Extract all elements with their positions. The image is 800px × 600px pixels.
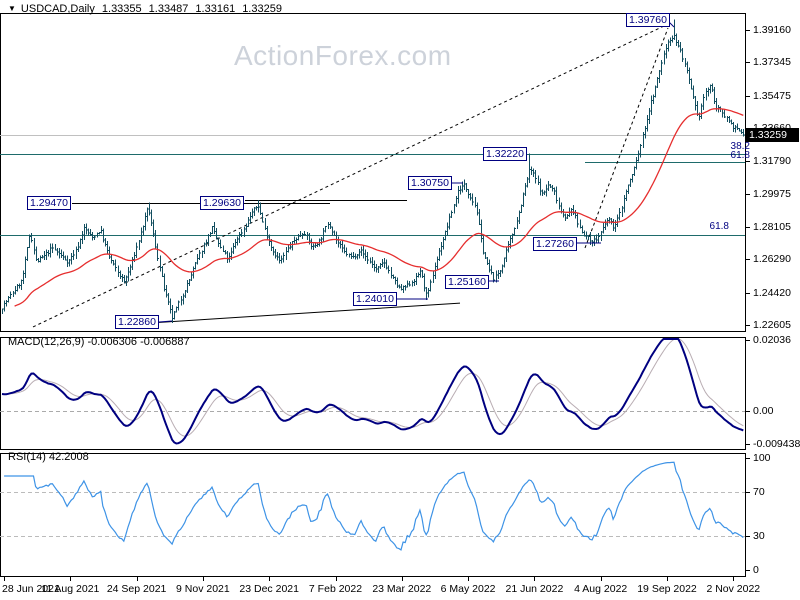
rsi-indicator-label: RSI(14) 42.2008 xyxy=(8,451,89,463)
ohlc-open: 1.33355 xyxy=(101,3,142,15)
price-axis-tick-label: 1.24420 xyxy=(753,286,791,299)
price-annotation: 1.32220 xyxy=(483,147,527,161)
date-axis-label: 9 Nov 2021 xyxy=(176,583,230,595)
date-axis-label: 7 Feb 2022 xyxy=(308,583,363,595)
date-axis-label: 4 Aug 2022 xyxy=(574,583,628,595)
date-axis-label: 6 May 2022 xyxy=(440,583,496,595)
chart-title-row: ▼ USDCAD,Daily 1.33355 1.33487 1.33161 1.3325… xyxy=(8,3,282,15)
macd-axis-tick-label: -0.009438 xyxy=(753,437,800,450)
price-axis-tick-label: 1.22605 xyxy=(753,319,791,332)
rsi-axis-tick-label: 100 xyxy=(753,452,771,464)
date-axis-label: 19 Sep 2022 xyxy=(637,583,697,595)
price-axis-tick-label: 1.39160 xyxy=(753,24,791,36)
fib-level-label: 61.8 xyxy=(730,150,750,161)
price-annotation: 1.29630 xyxy=(200,196,244,210)
price-annotation: 1.24010 xyxy=(353,292,397,306)
rsi-axis-tick-label: 30 xyxy=(753,530,765,543)
rsi-axis-tick-label: 70 xyxy=(753,485,765,498)
chart-canvas[interactable] xyxy=(0,0,800,600)
macd-axis-tick-label: 0.02036 xyxy=(753,334,791,346)
ohlc-high: 1.33487 xyxy=(148,3,189,15)
date-axis-label: 23 Mar 2022 xyxy=(372,583,432,595)
macd-indicator-label: MACD(12,26,9) -0.006306 -0.006887 xyxy=(8,336,190,348)
price-annotation: 1.27260 xyxy=(533,237,577,251)
date-axis-label: 21 Jun 2022 xyxy=(505,583,564,595)
price-annotation: 1.29470 xyxy=(27,196,71,210)
date-axis-label: 11 Aug 2021 xyxy=(41,583,100,595)
date-axis-label: 2 Nov 2022 xyxy=(706,583,761,595)
date-axis-label: 23 Dec 2021 xyxy=(239,583,299,595)
price-axis-tick-label: 1.37345 xyxy=(753,56,791,69)
moving-average-line xyxy=(14,108,744,307)
rsi-value: 42.2008 xyxy=(48,451,89,463)
rsi-axis-tick-label: 0 xyxy=(753,564,759,576)
price-axis-tick-label: 1.29975 xyxy=(753,187,791,200)
current-price-tag: 1.33259 xyxy=(746,128,799,143)
price-axis-tick-label: 1.28105 xyxy=(753,221,791,234)
price-annotation: 1.22860 xyxy=(115,315,159,329)
date-axis-label: 24 Sep 2021 xyxy=(106,583,167,595)
price-annotation: 1.25160 xyxy=(445,275,489,289)
price-bars xyxy=(2,19,745,324)
fib-level-label: 61.8 xyxy=(709,221,729,232)
ohlc-close: 1.33259 xyxy=(242,3,282,15)
price-annotation: 1.39760 xyxy=(626,13,670,27)
price-axis-tick-label: 1.26290 xyxy=(753,253,791,266)
macd-values: -0.006306 -0.006887 xyxy=(87,336,190,348)
symbol-dropdown-icon[interactable]: ▼ xyxy=(8,4,16,13)
price-axis-tick-label: 1.35475 xyxy=(753,89,791,102)
ohlc-low: 1.33161 xyxy=(195,3,236,15)
symbol-period-label: USDCAD,Daily xyxy=(20,3,95,15)
price-axis-tick-label: 1.31790 xyxy=(753,155,791,168)
price-annotation: 1.30750 xyxy=(408,176,452,190)
chart-window: ▼ USDCAD,Daily 1.33355 1.33487 1.33161 1.3325… xyxy=(0,0,800,600)
macd-main-line xyxy=(1,338,744,445)
level-lines xyxy=(0,135,745,236)
macd-axis-tick-label: 0.00 xyxy=(753,405,774,417)
